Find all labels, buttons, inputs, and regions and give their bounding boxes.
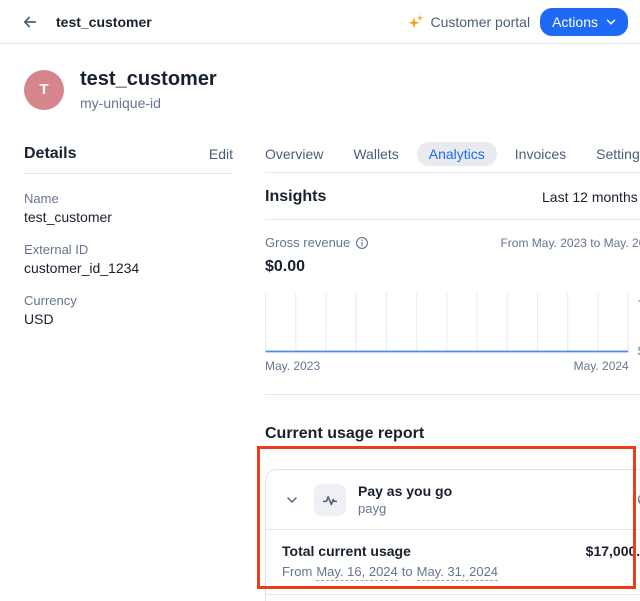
tab-analytics[interactable]: Analytics	[417, 142, 497, 166]
plan-row: Pay as you go payg	[266, 470, 640, 529]
period-prefix: From	[282, 564, 312, 581]
top-bar: test_customer Customer portal Actions	[0, 0, 640, 44]
chevron-down-icon	[604, 15, 618, 29]
gross-revenue-label: Gross revenue	[265, 235, 350, 250]
tab-invoices[interactable]: Invoices	[503, 142, 578, 166]
period-end-date[interactable]: May. 31, 2024	[417, 564, 498, 581]
tab-overview[interactable]: Overview	[253, 142, 335, 166]
arrow-left-icon	[21, 13, 39, 31]
detail-field-name: Name test_customer	[24, 191, 233, 225]
refresh-icon	[635, 491, 640, 508]
period-join: to	[402, 564, 413, 581]
usage-report-title: Current usage report	[265, 425, 640, 443]
page-title: test_customer	[56, 14, 152, 30]
avatar: T	[24, 70, 64, 110]
chart-y-axis: - $0	[629, 293, 640, 353]
period-start-date[interactable]: May. 16, 2024	[316, 564, 397, 581]
plan-name: Pay as you go	[358, 483, 452, 499]
customer-name: test_customer	[80, 68, 217, 91]
customer-header: T test_customer my-unique-id	[0, 44, 640, 111]
usage-card: Pay as you go payg Total current usage F…	[265, 469, 640, 601]
total-usage-text: Total current usage From May. 16, 2024 t…	[282, 543, 498, 581]
detail-field-currency: Currency USD	[24, 293, 233, 327]
edit-details-button[interactable]: Edit	[209, 146, 233, 162]
field-label: Currency	[24, 293, 233, 308]
chevron-down-icon	[284, 492, 300, 508]
sparkle-icon	[408, 14, 424, 30]
actions-label: Actions	[552, 14, 598, 30]
plan-icon-box	[314, 484, 346, 516]
insights-header: Insights Last 12 months	[265, 188, 640, 206]
gross-revenue-value: $0.00	[265, 258, 640, 276]
field-label: Name	[24, 191, 233, 206]
total-usage-value: $17,000.00	[586, 543, 640, 559]
refresh-button[interactable]	[632, 488, 640, 512]
details-title: Details	[24, 145, 76, 163]
chart-bottom-divider	[265, 394, 640, 395]
field-value: USD	[24, 311, 233, 327]
x-tick-start: May. 2023	[265, 359, 320, 373]
tab-wallets[interactable]: Wallets	[341, 142, 410, 166]
customer-portal-button[interactable]: Customer portal	[408, 14, 530, 30]
chart-plot-area	[265, 293, 629, 353]
insights-divider	[265, 219, 640, 220]
main-panel: Overview Wallets Analytics Invoices Sett…	[265, 141, 640, 601]
plan-text: Pay as you go payg	[358, 483, 452, 516]
gross-revenue-chart: - $0	[265, 293, 640, 353]
total-usage-label: Total current usage	[282, 543, 498, 559]
customer-portal-label: Customer portal	[430, 14, 530, 30]
details-panel: Details Edit Name test_customer External…	[24, 141, 233, 601]
chart-range-label: From May. 2023 to May. 2024	[500, 236, 640, 250]
customer-page: test_customer Customer portal Actions T …	[0, 0, 640, 601]
content-columns: Details Edit Name test_customer External…	[0, 141, 640, 601]
field-value: test_customer	[24, 209, 233, 225]
actions-button[interactable]: Actions	[540, 8, 628, 36]
total-usage-row: Total current usage From May. 16, 2024 t…	[266, 530, 640, 594]
details-header: Details Edit	[24, 141, 233, 167]
back-button[interactable]	[16, 8, 44, 36]
period-selector[interactable]: Last 12 months	[542, 189, 640, 205]
tab-bar: Overview Wallets Analytics Invoices Sett…	[253, 141, 640, 167]
field-label: External ID	[24, 242, 233, 257]
tabbar-divider	[265, 172, 640, 173]
total-usage-period: From May. 16, 2024 to May. 31, 2024	[282, 564, 498, 581]
period-selector-label: Last 12 months	[542, 189, 638, 205]
plan-code: payg	[358, 501, 452, 516]
usage-item-row: Tokens openai_tokens	[266, 595, 640, 601]
collapse-button[interactable]	[282, 490, 302, 510]
customer-unique-id: my-unique-id	[80, 95, 217, 111]
chart-x-axis: May. 2023 May. 2024	[265, 359, 629, 373]
insights-title: Insights	[265, 188, 326, 206]
detail-field-external-id: External ID customer_id_1234	[24, 242, 233, 276]
field-value: customer_id_1234	[24, 260, 233, 276]
customer-identity: test_customer my-unique-id	[80, 68, 217, 111]
gross-revenue-row: Gross revenue From May. 2023 to May. 202…	[265, 235, 640, 250]
x-tick-end: May. 2024	[574, 359, 629, 373]
chart-svg	[265, 293, 629, 353]
tab-settings[interactable]: Settings	[584, 142, 640, 166]
pulse-icon	[321, 491, 339, 509]
gross-revenue-label-group: Gross revenue	[265, 235, 369, 250]
info-icon[interactable]	[355, 236, 369, 250]
details-divider	[24, 173, 233, 174]
